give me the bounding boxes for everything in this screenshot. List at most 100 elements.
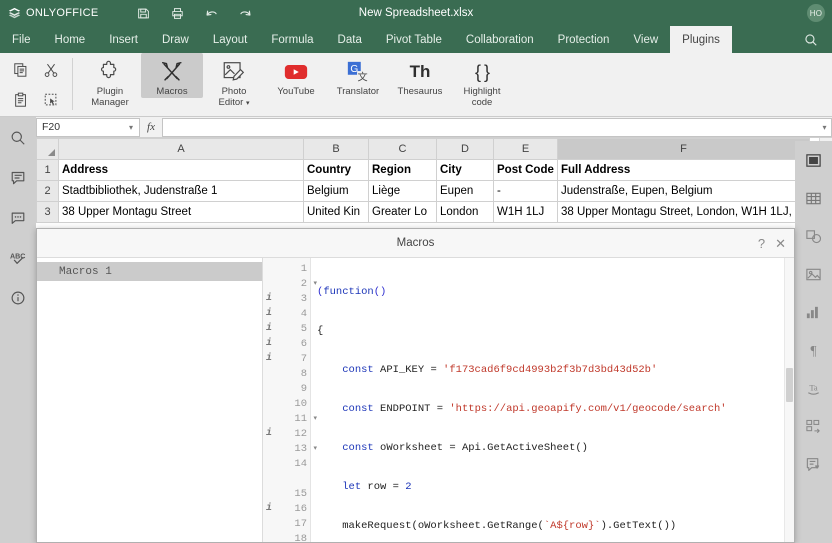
scrollbar-thumb[interactable] <box>786 368 793 402</box>
comments-icon[interactable] <box>5 165 31 191</box>
code-editor[interactable]: 1 2 ▾ i3 i4 i5 i6 i7 8 9 10 11 ▾ i 12 13 ▾ 1… <box>263 258 794 542</box>
insert-function-button[interactable]: fx <box>140 121 162 133</box>
redo-icon[interactable] <box>228 0 262 26</box>
formula-input[interactable] <box>162 117 818 137</box>
cell-f3[interactable]: 38 Upper Montagu Street, London, W1H 1LJ… <box>557 201 810 223</box>
tab-data[interactable]: Data <box>326 26 374 53</box>
cell-d2[interactable]: Eupen <box>436 180 494 202</box>
cell-c2[interactable]: Liège <box>368 180 437 202</box>
select-all-icon[interactable] <box>36 85 66 115</box>
table-settings-icon[interactable] <box>801 185 827 211</box>
image-settings-icon[interactable] <box>801 261 827 287</box>
info-marker-icon[interactable]: i <box>266 323 272 334</box>
dialog-body: Macros 1 1 2 ▾ i3 i4 i5 i6 i7 8 9 10 11 ▾ … <box>37 258 794 542</box>
cell-e2[interactable]: - <box>493 180 558 202</box>
pivot-settings-icon[interactable] <box>801 413 827 439</box>
tab-insert[interactable]: Insert <box>97 26 150 53</box>
paste-icon[interactable] <box>6 85 36 115</box>
tab-formula[interactable]: Formula <box>259 26 325 53</box>
select-all-corner[interactable] <box>36 138 59 160</box>
info-marker-icon[interactable]: i <box>266 503 272 514</box>
copy-icon[interactable] <box>6 55 36 85</box>
save-icon[interactable] <box>126 0 160 26</box>
cell-b3[interactable]: United Kin <box>303 201 369 223</box>
cell-b1[interactable]: Country <box>303 159 369 181</box>
dialog-title-bar[interactable]: Macros ? ✕ <box>37 229 794 258</box>
plugin-button-plugin-manager[interactable]: Plugin Manager <box>79 53 141 108</box>
spellcheck-icon[interactable]: ABC <box>5 245 31 271</box>
row-header-1[interactable]: 1 <box>36 159 59 181</box>
gutter-line: i3 <box>266 292 307 305</box>
cell-a2[interactable]: Stadtbibliothek, Judenstraße 1 <box>58 180 304 202</box>
info-marker-icon[interactable]: i <box>266 293 272 304</box>
cell-f1[interactable]: Full Address <box>557 159 810 181</box>
tab-collaboration[interactable]: Collaboration <box>454 26 546 53</box>
info-marker-icon[interactable]: i <box>266 308 272 319</box>
text-art-settings-icon[interactable]: Ta <box>801 375 827 401</box>
row-header-3[interactable]: 3 <box>36 201 59 223</box>
column-header-e[interactable]: E <box>493 138 558 160</box>
cell-b2[interactable]: Belgium <box>303 180 369 202</box>
plugin-button-thesaurus[interactable]: Th Thesaurus <box>389 53 451 98</box>
name-box[interactable]: F20 ▾ <box>36 117 140 137</box>
code-text-area[interactable]: (function() { const API_KEY = 'f173cad6f… <box>311 258 794 542</box>
brand[interactable]: ONLYOFFICE <box>0 7 98 20</box>
shape-settings-icon[interactable] <box>801 223 827 249</box>
tab-home[interactable]: Home <box>43 26 98 53</box>
info-marker-icon[interactable]: i <box>266 353 272 364</box>
tab-draw[interactable]: Draw <box>150 26 201 53</box>
cell-settings-icon[interactable] <box>801 147 827 173</box>
cell-a1[interactable]: Address <box>58 159 304 181</box>
cell-d1[interactable]: City <box>436 159 494 181</box>
column-header-f[interactable]: F <box>557 138 810 160</box>
tab-plugins[interactable]: Plugins <box>670 26 732 53</box>
svg-text:文: 文 <box>358 70 368 83</box>
close-icon[interactable]: ✕ <box>775 237 786 250</box>
plugin-button-translator[interactable]: G 文 Translator <box>327 53 389 98</box>
column-header-b[interactable]: B <box>303 138 369 160</box>
expand-formula-bar-button[interactable]: ▾ <box>818 117 832 137</box>
list-item[interactable]: Macros 1 <box>37 262 262 281</box>
info-icon[interactable] <box>5 285 31 311</box>
undo-icon[interactable] <box>194 0 228 26</box>
chat-icon[interactable] <box>5 205 31 231</box>
cell-c3[interactable]: Greater Lo <box>368 201 437 223</box>
cell-a3[interactable]: 38 Upper Montagu Street <box>58 201 304 223</box>
chevron-down-icon[interactable]: ▾ <box>246 100 250 107</box>
column-header-d[interactable]: D <box>436 138 494 160</box>
slicer-settings-icon[interactable] <box>801 451 827 477</box>
tab-file[interactable]: File <box>0 26 43 53</box>
paragraph-settings-icon[interactable]: ¶ <box>801 337 827 363</box>
row-header-2[interactable]: 2 <box>36 180 59 202</box>
search-icon[interactable] <box>5 125 31 151</box>
help-button[interactable]: ? <box>758 237 765 250</box>
print-icon[interactable] <box>160 0 194 26</box>
column-header-c[interactable]: C <box>368 138 437 160</box>
info-marker-icon[interactable]: i <box>266 338 272 349</box>
gutter-line: 14 <box>294 457 307 470</box>
chart-settings-icon[interactable] <box>801 299 827 325</box>
gutter-line: i4 <box>266 307 307 320</box>
avatar[interactable]: HO <box>807 4 825 22</box>
column-header-a[interactable]: A <box>58 138 304 160</box>
cell-d3[interactable]: London <box>436 201 494 223</box>
chevron-down-icon[interactable]: ▾ <box>129 123 133 132</box>
photo-editor-icon <box>221 57 247 87</box>
code-line: const API_KEY = 'f173cad6f9cd4993b2f3b7d… <box>342 364 658 376</box>
cell-e1[interactable]: Post Code <box>493 159 558 181</box>
plugin-button-macros[interactable]: Macros <box>141 53 203 98</box>
cell-f2[interactable]: Judenstraße, Eupen, Belgium <box>557 180 810 202</box>
code-vertical-scrollbar[interactable] <box>784 258 794 542</box>
tab-view[interactable]: View <box>621 26 670 53</box>
search-icon[interactable] <box>798 26 824 53</box>
plugin-button-highlight-code[interactable]: { } Highlight code <box>451 53 513 108</box>
tab-pivot-table[interactable]: Pivot Table <box>374 26 454 53</box>
tab-protection[interactable]: Protection <box>546 26 622 53</box>
plugin-button-youtube[interactable]: YouTube <box>265 53 327 98</box>
cell-e3[interactable]: W1H 1LJ <box>493 201 558 223</box>
cut-icon[interactable] <box>36 55 66 85</box>
info-marker-icon[interactable]: i <box>266 428 272 439</box>
plugin-button-photo-editor[interactable]: Photo Editor ▾ <box>203 53 265 109</box>
tab-layout[interactable]: Layout <box>201 26 260 53</box>
cell-c1[interactable]: Region <box>368 159 437 181</box>
